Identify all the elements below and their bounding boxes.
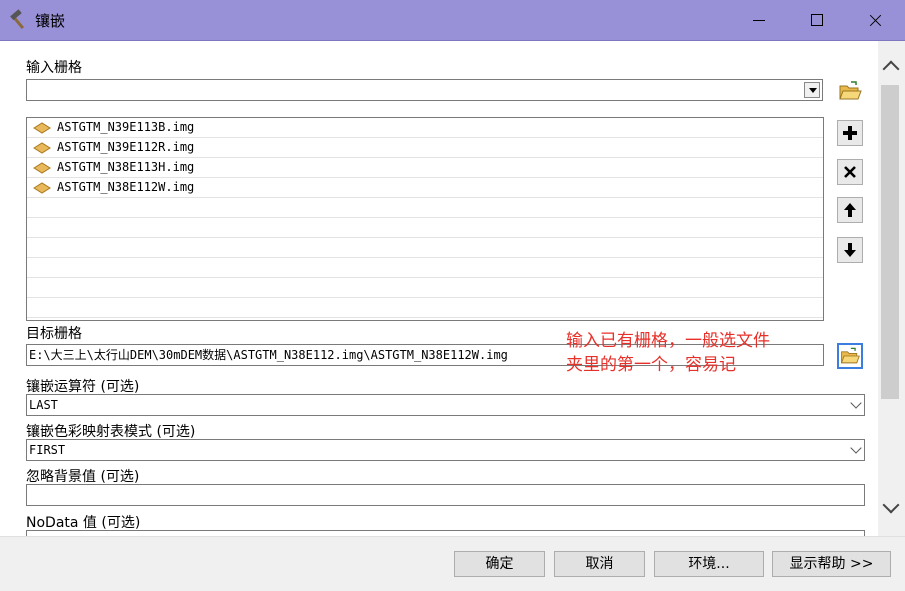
environments-button[interactable]: 环境... <box>654 551 764 577</box>
arrow-up-icon <box>844 203 856 217</box>
title-bar: 镶嵌 <box>0 0 905 41</box>
mosaic-operator-value: LAST <box>29 398 58 412</box>
scroll-up-icon[interactable] <box>882 60 900 78</box>
ignore-background-label: 忽略背景值 (可选) <box>26 469 140 485</box>
close-button[interactable] <box>846 0 904 40</box>
raster-dataset-icon <box>33 182 51 194</box>
browse-target-button[interactable] <box>837 343 863 369</box>
colormap-mode-value: FIRST <box>29 443 66 457</box>
hammer-icon <box>10 9 25 30</box>
list-item-label: ASTGTM_N39E112R.img <box>57 140 195 154</box>
scroll-down-icon[interactable] <box>882 496 900 514</box>
mosaic-operator-label: 镶嵌运算符 (可选) <box>26 379 140 395</box>
browse-input-button[interactable] <box>837 78 863 104</box>
list-item[interactable]: ASTGTM_N38E112W.img <box>27 178 823 198</box>
scroll-thumb[interactable] <box>881 85 899 399</box>
move-up-button[interactable] <box>837 197 863 223</box>
open-folder-icon <box>839 81 862 100</box>
vertical-scrollbar[interactable] <box>878 41 905 536</box>
remove-button[interactable] <box>837 159 863 185</box>
list-empty-row <box>27 298 823 318</box>
cancel-button[interactable]: 取消 <box>554 551 645 577</box>
list-item-label: ASTGTM_N38E113H.img <box>57 160 195 174</box>
annotation-line-1: 输入已有栅格，一般选文件 <box>566 331 770 351</box>
list-empty-row <box>27 258 823 278</box>
list-empty-row <box>27 218 823 238</box>
ok-button[interactable]: 确定 <box>454 551 545 577</box>
list-empty-row <box>27 278 823 298</box>
form-panel: 输入栅格 ASTGTM_N39E113B.img ASTGTM_N39E112R.… <box>0 41 878 536</box>
arrow-down-icon <box>844 243 856 257</box>
chevron-down-icon <box>850 442 862 454</box>
move-down-button[interactable] <box>837 237 863 263</box>
list-item[interactable]: ASTGTM_N38E113H.img <box>27 158 823 178</box>
raster-dataset-icon <box>33 162 51 174</box>
show-help-button[interactable]: 显示帮助 >> <box>772 551 891 577</box>
colormap-mode-label: 镶嵌色彩映射表模式 (可选) <box>26 424 196 440</box>
list-empty-row <box>27 198 823 218</box>
red-annotation: 输入已有栅格，一般选文件 夹里的第一个，容易记 <box>566 329 770 377</box>
list-item[interactable]: ASTGTM_N39E113B.img <box>27 118 823 138</box>
plus-icon <box>843 126 857 140</box>
minimize-button[interactable] <box>730 0 788 40</box>
open-folder-icon <box>840 347 860 364</box>
window-title: 镶嵌 <box>35 12 66 30</box>
maximize-button[interactable] <box>788 0 846 40</box>
input-rasters-list[interactable]: ASTGTM_N39E113B.img ASTGTM_N39E112R.img AS… <box>26 117 824 321</box>
annotation-line-2: 夹里的第一个，容易记 <box>566 355 736 375</box>
list-item-label: ASTGTM_N38E112W.img <box>57 180 195 194</box>
list-item-label: ASTGTM_N39E113B.img <box>57 120 195 134</box>
raster-dataset-icon <box>33 142 51 154</box>
input-rasters-label: 输入栅格 <box>26 60 82 76</box>
nodata-label: NoData 值 (可选) <box>26 515 141 531</box>
colormap-mode-select[interactable]: FIRST <box>26 439 865 461</box>
list-item[interactable]: ASTGTM_N39E112R.img <box>27 138 823 158</box>
ignore-background-input[interactable] <box>26 484 865 506</box>
x-icon <box>844 166 856 178</box>
input-rasters-combo[interactable] <box>26 79 823 101</box>
raster-dataset-icon <box>33 122 51 134</box>
chevron-down-icon[interactable] <box>804 82 820 98</box>
chevron-down-icon <box>850 397 862 409</box>
list-empty-row <box>27 238 823 258</box>
add-button[interactable] <box>837 120 863 146</box>
button-bar: 确定 取消 环境... 显示帮助 >> <box>0 536 905 591</box>
target-raster-label: 目标栅格 <box>26 326 82 342</box>
mosaic-operator-select[interactable]: LAST <box>26 394 865 416</box>
